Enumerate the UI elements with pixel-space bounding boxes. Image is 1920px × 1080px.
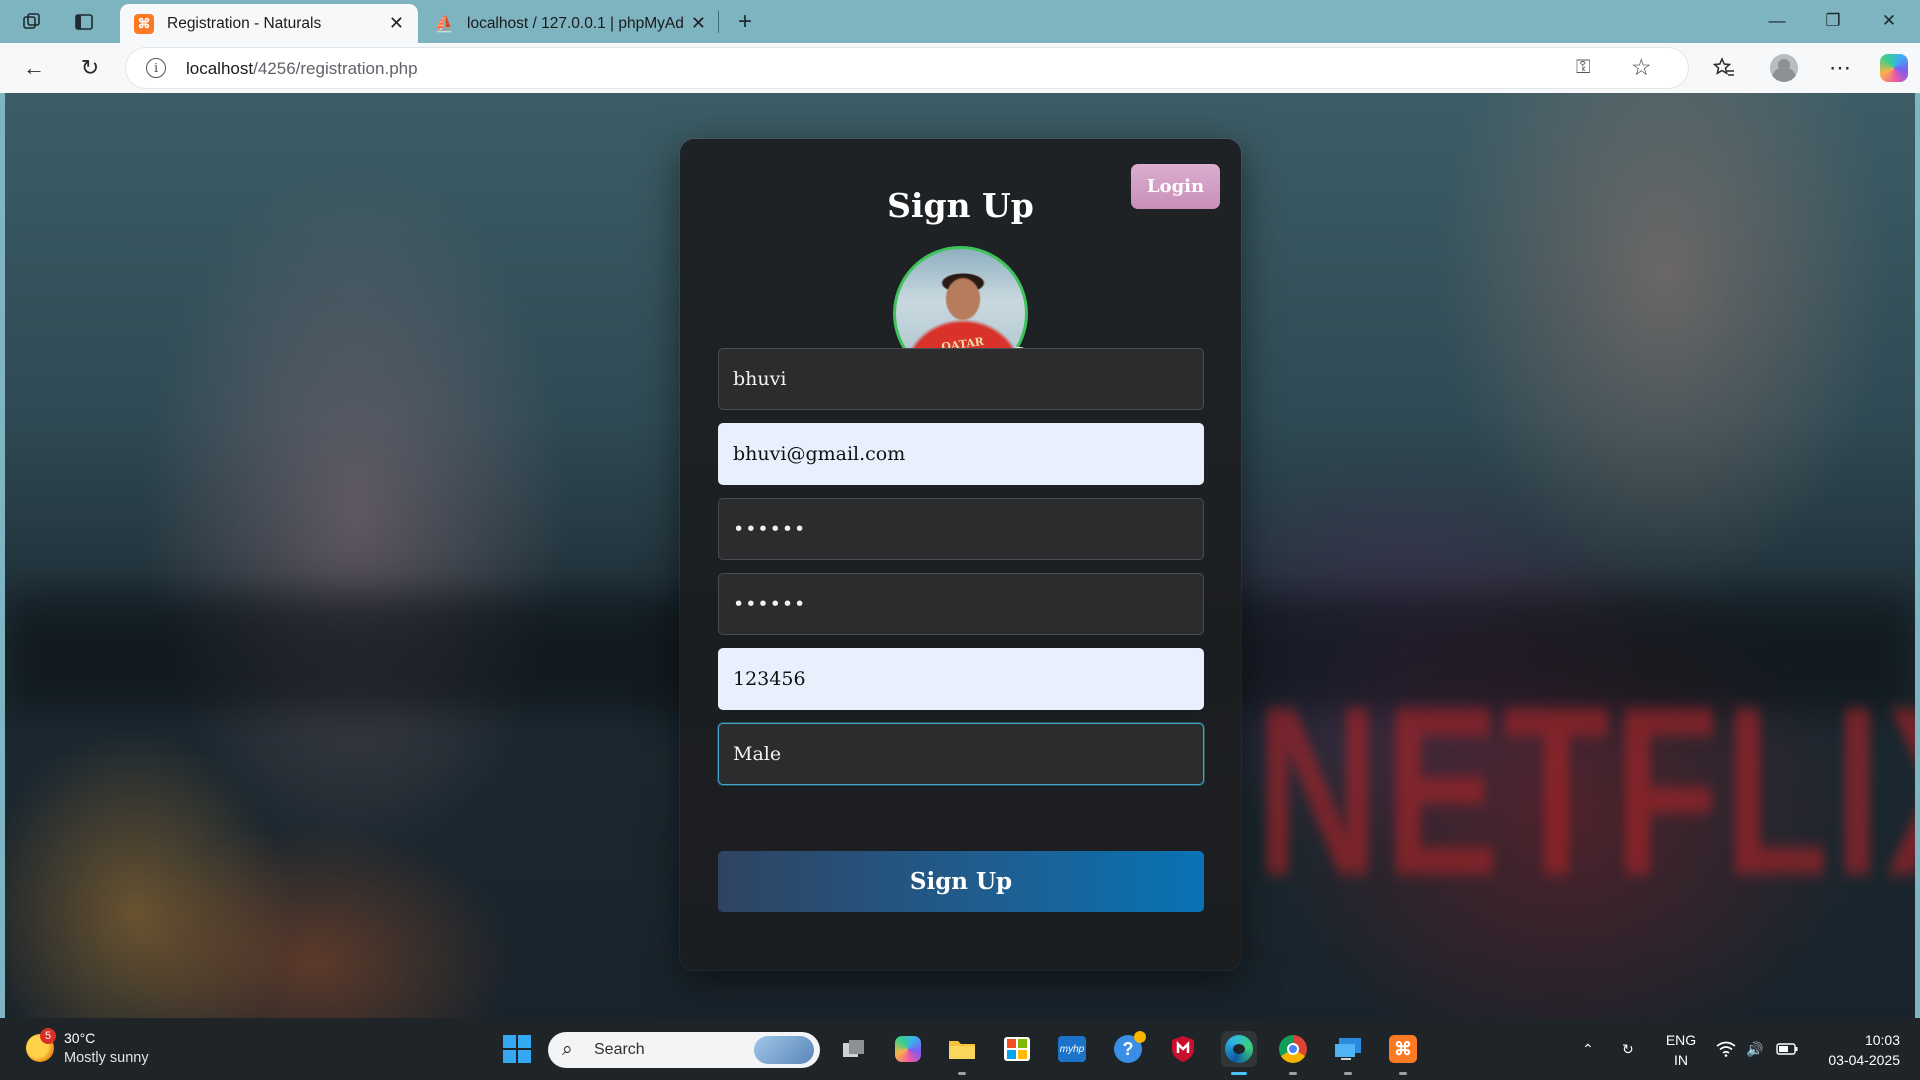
- page-title: Sign Up: [887, 186, 1034, 225]
- language-indicator[interactable]: ENG IN: [1660, 1030, 1702, 1070]
- weather-temperature[interactable]: 30°C: [64, 1030, 95, 1046]
- background-netflix-text: NETFLIX: [1255, 657, 1915, 925]
- close-tab-icon[interactable]: ✕: [691, 13, 706, 34]
- running-indicator: [958, 1072, 966, 1075]
- system-clock[interactable]: 10:03 03-04-2025: [1810, 1030, 1900, 1070]
- page-viewport: NETFLIX Login Sign Up QATAR AIRWAYS bhuv…: [5, 93, 1915, 1018]
- volume-icon[interactable]: 🔊: [1746, 1018, 1763, 1080]
- browser-tab-strip: ⌘ Registration - Naturals ✕ ⛵ localhost …: [0, 0, 1920, 43]
- task-view-icon[interactable]: [836, 1031, 872, 1067]
- myhp-icon[interactable]: myhp: [1054, 1031, 1090, 1067]
- favorite-star-icon[interactable]: ☆: [1631, 54, 1652, 81]
- more-menu-icon[interactable]: ⋯: [1824, 53, 1856, 83]
- gender-field[interactable]: Male: [718, 723, 1204, 785]
- tab-title: localhost / 127.0.0.1 | phpMyAdmin: [467, 14, 683, 32]
- close-tab-icon[interactable]: ✕: [389, 13, 404, 34]
- language-code: ENG: [1665, 1032, 1697, 1048]
- taskbar: 5 30°C Mostly sunny ⌕ Search myhp ? ⌘ ⌃ …: [0, 1018, 1920, 1080]
- tab-separator: [718, 11, 719, 33]
- url-text[interactable]: localhost/4256/registration.php: [186, 59, 418, 79]
- refresh-icon[interactable]: ↻: [74, 53, 106, 83]
- weather-description[interactable]: Mostly sunny: [64, 1050, 149, 1066]
- phone-field[interactable]: 123456: [718, 648, 1204, 710]
- restore-button[interactable]: ❐: [1810, 6, 1856, 36]
- weather-badge: 5: [40, 1028, 56, 1044]
- mcafee-shield-icon[interactable]: [1165, 1031, 1201, 1067]
- tab-phpmyadmin[interactable]: ⛵ localhost / 127.0.0.1 | phpMyAdmin ✕: [420, 4, 720, 43]
- running-indicator: [1399, 1072, 1407, 1075]
- running-indicator: [1344, 1072, 1352, 1075]
- windows-logo-icon: [503, 1035, 531, 1063]
- email-field[interactable]: bhuvi@gmail.com: [718, 423, 1204, 485]
- clock-time: 10:03: [1864, 1032, 1900, 1048]
- site-info-icon[interactable]: i: [146, 58, 166, 78]
- wifi-icon[interactable]: [1716, 1018, 1736, 1080]
- tab-actions-icon[interactable]: [70, 9, 98, 35]
- tab-title: Registration - Naturals: [167, 14, 322, 32]
- file-explorer-icon[interactable]: [944, 1031, 980, 1075]
- edge-browser-icon[interactable]: [1221, 1031, 1257, 1075]
- signup-card: Login Sign Up QATAR AIRWAYS bhuvi bhuvi@…: [680, 139, 1241, 970]
- sync-icon[interactable]: ↻: [1622, 1018, 1634, 1080]
- new-tab-button[interactable]: +: [730, 7, 760, 37]
- back-arrow-icon[interactable]: ←: [18, 53, 50, 83]
- running-indicator: [1231, 1072, 1247, 1075]
- close-window-button[interactable]: ✕: [1866, 6, 1912, 36]
- username-field[interactable]: bhuvi: [718, 348, 1204, 410]
- language-region: IN: [1674, 1052, 1688, 1068]
- phpmyadmin-icon: ⛵: [434, 15, 454, 33]
- favorites-icon[interactable]: [1708, 53, 1740, 83]
- start-button[interactable]: [499, 1031, 535, 1067]
- password-key-icon[interactable]: ⚿: [1576, 57, 1590, 79]
- battery-icon[interactable]: [1776, 1018, 1798, 1080]
- taskbar-search[interactable]: ⌕ Search: [548, 1032, 820, 1068]
- search-icon: ⌕: [562, 1039, 573, 1060]
- signup-button[interactable]: Sign Up: [718, 851, 1204, 912]
- copilot-app-icon[interactable]: [890, 1031, 926, 1067]
- url-host: localhost: [186, 59, 254, 78]
- help-icon[interactable]: ?: [1110, 1031, 1146, 1067]
- xampp-icon: ⌘: [134, 13, 154, 34]
- url-path: /4256/registration.php: [253, 59, 418, 78]
- address-bar[interactable]: i localhost/4256/registration.php ⚿ ☆: [126, 48, 1688, 88]
- minimize-button[interactable]: —: [1754, 6, 1800, 36]
- browser-toolbar: ← ↻ i localhost/4256/registration.php ⚿ …: [0, 43, 1920, 93]
- password-field[interactable]: ••••••: [718, 498, 1204, 560]
- xampp-app-icon[interactable]: ⌘: [1385, 1031, 1421, 1075]
- running-indicator: [1289, 1072, 1297, 1075]
- workspaces-icon[interactable]: [18, 9, 46, 35]
- copilot-icon[interactable]: [1880, 54, 1908, 82]
- microsoft-store-icon[interactable]: [999, 1031, 1035, 1067]
- clock-date: 03-04-2025: [1828, 1052, 1900, 1068]
- profile-avatar-icon[interactable]: [1770, 54, 1798, 82]
- tab-registration[interactable]: ⌘ Registration - Naturals ✕: [120, 4, 418, 43]
- confirm-password-field[interactable]: ••••••: [718, 573, 1204, 635]
- search-label: Search: [594, 1041, 645, 1058]
- search-highlight-image: [754, 1036, 814, 1064]
- chrome-icon[interactable]: [1275, 1031, 1311, 1075]
- remote-desktop-icon[interactable]: [1330, 1031, 1366, 1075]
- show-hidden-icons[interactable]: ⌃: [1582, 1018, 1594, 1080]
